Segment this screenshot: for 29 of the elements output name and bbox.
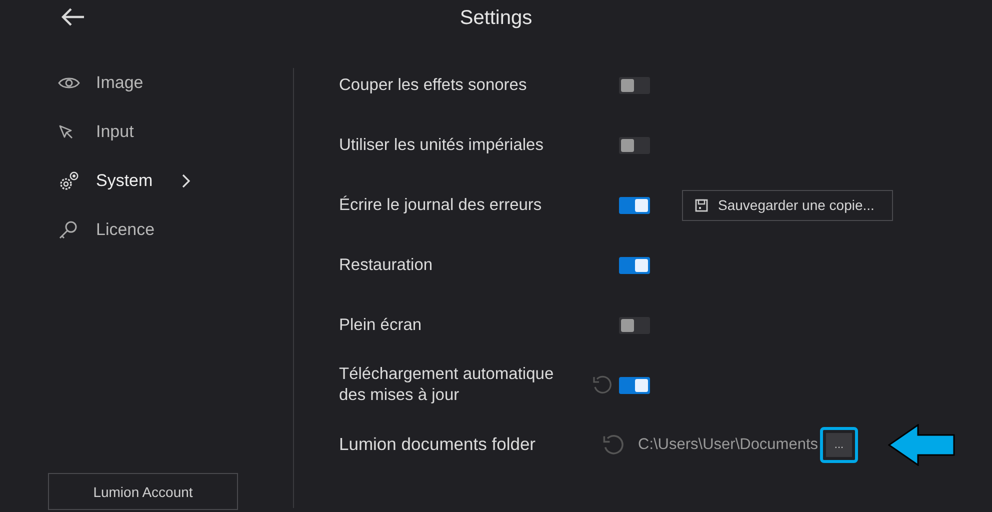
eye-icon (58, 76, 80, 90)
pointer-icon (58, 124, 74, 140)
gears-icon (58, 170, 80, 190)
toggle-switch[interactable] (619, 376, 650, 394)
setting-label: Plein écran (339, 314, 423, 336)
sidebar-item[interactable]: System (48, 156, 293, 205)
chevron-right-icon (180, 172, 191, 188)
setting-label: Lumion documents folder (339, 434, 536, 456)
sidebar-item[interactable]: Input (48, 107, 293, 156)
toggle-switch[interactable] (619, 136, 650, 154)
account-button[interactable]: Lumion Account (48, 473, 238, 510)
setting-label: Couper les effets sonores (339, 74, 528, 96)
setting-label: Téléchargement automatique des mises à jour (339, 364, 555, 406)
key-icon (58, 220, 78, 240)
folder-path: C:\Users\User\Documents (638, 436, 818, 454)
setting-label: Utiliser les unités impériales (339, 134, 544, 156)
page-title: Settings (460, 6, 532, 30)
sidebar-item[interactable]: Licence (48, 205, 293, 254)
setting-label: Restauration (339, 254, 434, 276)
toggle-switch[interactable] (619, 316, 650, 334)
save-copy-button[interactable]: Sauvegarder une copie... (682, 190, 893, 220)
back-arrow-icon[interactable] (60, 7, 86, 27)
toggle-switch[interactable] (619, 196, 650, 214)
pointing-arrow-drawing (888, 424, 956, 466)
toggle-switch[interactable] (619, 256, 650, 274)
sidebar-item[interactable]: Image (48, 58, 293, 107)
toggle-switch[interactable] (619, 76, 650, 94)
setting-label: Écrire le journal des erreurs (339, 194, 543, 216)
browse-button[interactable]: ... (826, 433, 852, 457)
